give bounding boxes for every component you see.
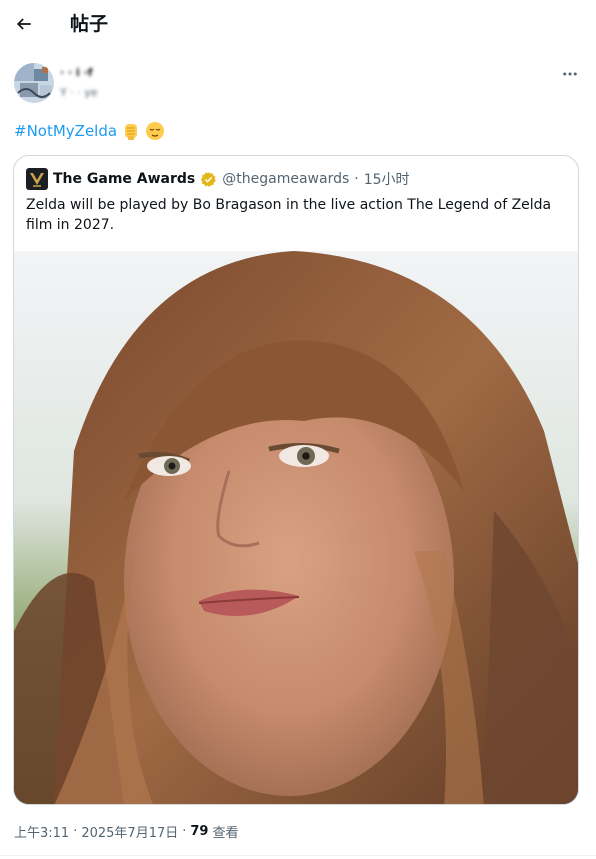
- game-awards-logo-icon: [26, 168, 48, 190]
- meta-separator: ·: [182, 824, 187, 839]
- meta-separator: ·: [354, 171, 359, 187]
- quoted-tweet-header: The Game Awards @thegameawards · 15小时: [26, 168, 410, 190]
- views-label: 查看: [212, 826, 239, 841]
- arrow-left-icon: [16, 18, 31, 30]
- post-page: 帖子 · · i ·f Y · · ye #NotMyZelda The Gam…: [0, 0, 596, 859]
- avatar[interactable]: [14, 63, 54, 103]
- divider: [0, 855, 596, 856]
- tweet-date[interactable]: 2025年7月17日: [81, 822, 178, 841]
- game-awards-avatar[interactable]: [26, 168, 48, 190]
- author-handle[interactable]: Y · · ye: [60, 86, 97, 99]
- more-options-button[interactable]: [556, 62, 584, 86]
- tweet-timestamp-row: 上午3:11 · 2025年7月17日 · 79 查看: [14, 822, 239, 841]
- quoted-author-handle[interactable]: @thegameawards: [222, 171, 349, 187]
- quoted-tweet-time[interactable]: 15小时: [364, 169, 410, 189]
- hashtag-link[interactable]: #NotMyZelda: [14, 122, 117, 140]
- quoted-tweet-card[interactable]: The Game Awards @thegameawards · 15小时 Ze…: [13, 155, 579, 805]
- relieved-face-emoji: [146, 122, 165, 140]
- portrait-photo: [14, 251, 578, 804]
- raised-fist-emoji: [125, 124, 138, 140]
- quoted-tweet-photo[interactable]: [14, 251, 578, 804]
- verified-badge-icon: [201, 171, 217, 187]
- views-count: 79: [190, 824, 209, 839]
- quoted-author-name[interactable]: The Game Awards: [53, 171, 195, 187]
- header-bar: 帖子: [0, 0, 596, 52]
- page-title: 帖子: [70, 13, 109, 35]
- quoted-tweet-text: Zelda will be played by Bo Bragason in t…: [26, 197, 552, 233]
- tweet-text: #NotMyZelda: [14, 119, 165, 143]
- more-horizontal-icon: [563, 72, 577, 76]
- avatar-image: [14, 63, 54, 103]
- back-button[interactable]: [8, 8, 40, 40]
- author-name[interactable]: · · i ·f: [60, 66, 93, 79]
- meta-separator: ·: [73, 824, 78, 839]
- tweet-time[interactable]: 上午3:11: [14, 822, 69, 841]
